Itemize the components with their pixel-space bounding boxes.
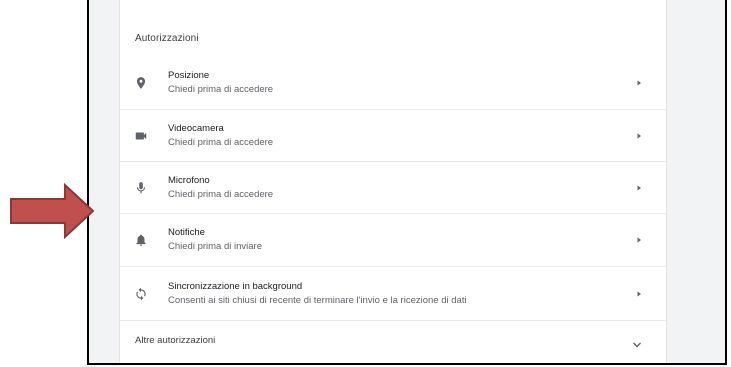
permissions-card: Autorizzazioni Posizione Chiedi prima di… bbox=[119, 0, 667, 363]
permission-status: Chiedi prima di accedere bbox=[168, 188, 274, 200]
permission-label: Notifiche Chiedi prima di inviare bbox=[168, 226, 262, 254]
chevron-down-icon bbox=[632, 336, 642, 348]
section-title: Autorizzazioni bbox=[135, 33, 199, 44]
permission-title: Microfono bbox=[168, 174, 210, 186]
permission-label: Videocamera Chiedi prima di accedere bbox=[168, 122, 273, 150]
permission-row-background-sync[interactable]: Sincronizzazione in background Consenti … bbox=[120, 266, 666, 320]
more-permissions-label: Altre autorizzazioni bbox=[135, 335, 216, 346]
permission-status: Chiedi prima di accedere bbox=[168, 84, 274, 95]
more-permissions-toggle[interactable]: Altre autorizzazioni bbox=[120, 320, 666, 360]
permission-label: Microfono Chiedi prima di accedere bbox=[168, 174, 273, 202]
permission-row-microphone[interactable]: Microfono Chiedi prima di accedere bbox=[120, 161, 666, 213]
permission-title: Sincronizzazione in background bbox=[168, 280, 303, 292]
location-pin-icon bbox=[134, 76, 148, 90]
permission-label: Posizione Chiedi prima di accedere bbox=[168, 69, 273, 97]
permission-status: Chiedi prima di inviare bbox=[168, 240, 262, 252]
arrow-right-icon bbox=[636, 237, 642, 243]
arrow-right-icon bbox=[636, 291, 642, 297]
browser-settings-frame: Autorizzazioni Posizione Chiedi prima di… bbox=[87, 0, 727, 365]
permission-row-notifications[interactable]: Notifiche Chiedi prima di inviare bbox=[120, 213, 666, 265]
videocam-icon bbox=[134, 129, 148, 143]
permission-title: Notifiche bbox=[168, 226, 205, 238]
permission-label: Sincronizzazione in background Consenti … bbox=[168, 280, 467, 308]
callout-arrow-icon bbox=[10, 182, 95, 240]
permission-status: Consenti ai siti chiusi di recente di te… bbox=[168, 294, 467, 306]
sync-icon bbox=[134, 287, 148, 301]
arrow-right-icon bbox=[636, 80, 642, 86]
permission-row-location[interactable]: Posizione Chiedi prima di accedere bbox=[120, 57, 666, 109]
permission-title: Posizione bbox=[168, 70, 210, 81]
arrow-right-icon bbox=[636, 133, 642, 139]
permission-title: Videocamera bbox=[168, 122, 224, 134]
arrow-right-icon bbox=[636, 185, 642, 191]
permission-status: Chiedi prima di accedere bbox=[168, 136, 274, 148]
permission-row-camera[interactable]: Videocamera Chiedi prima di accedere bbox=[120, 109, 666, 161]
microphone-icon bbox=[134, 181, 148, 195]
bell-icon bbox=[134, 233, 148, 247]
